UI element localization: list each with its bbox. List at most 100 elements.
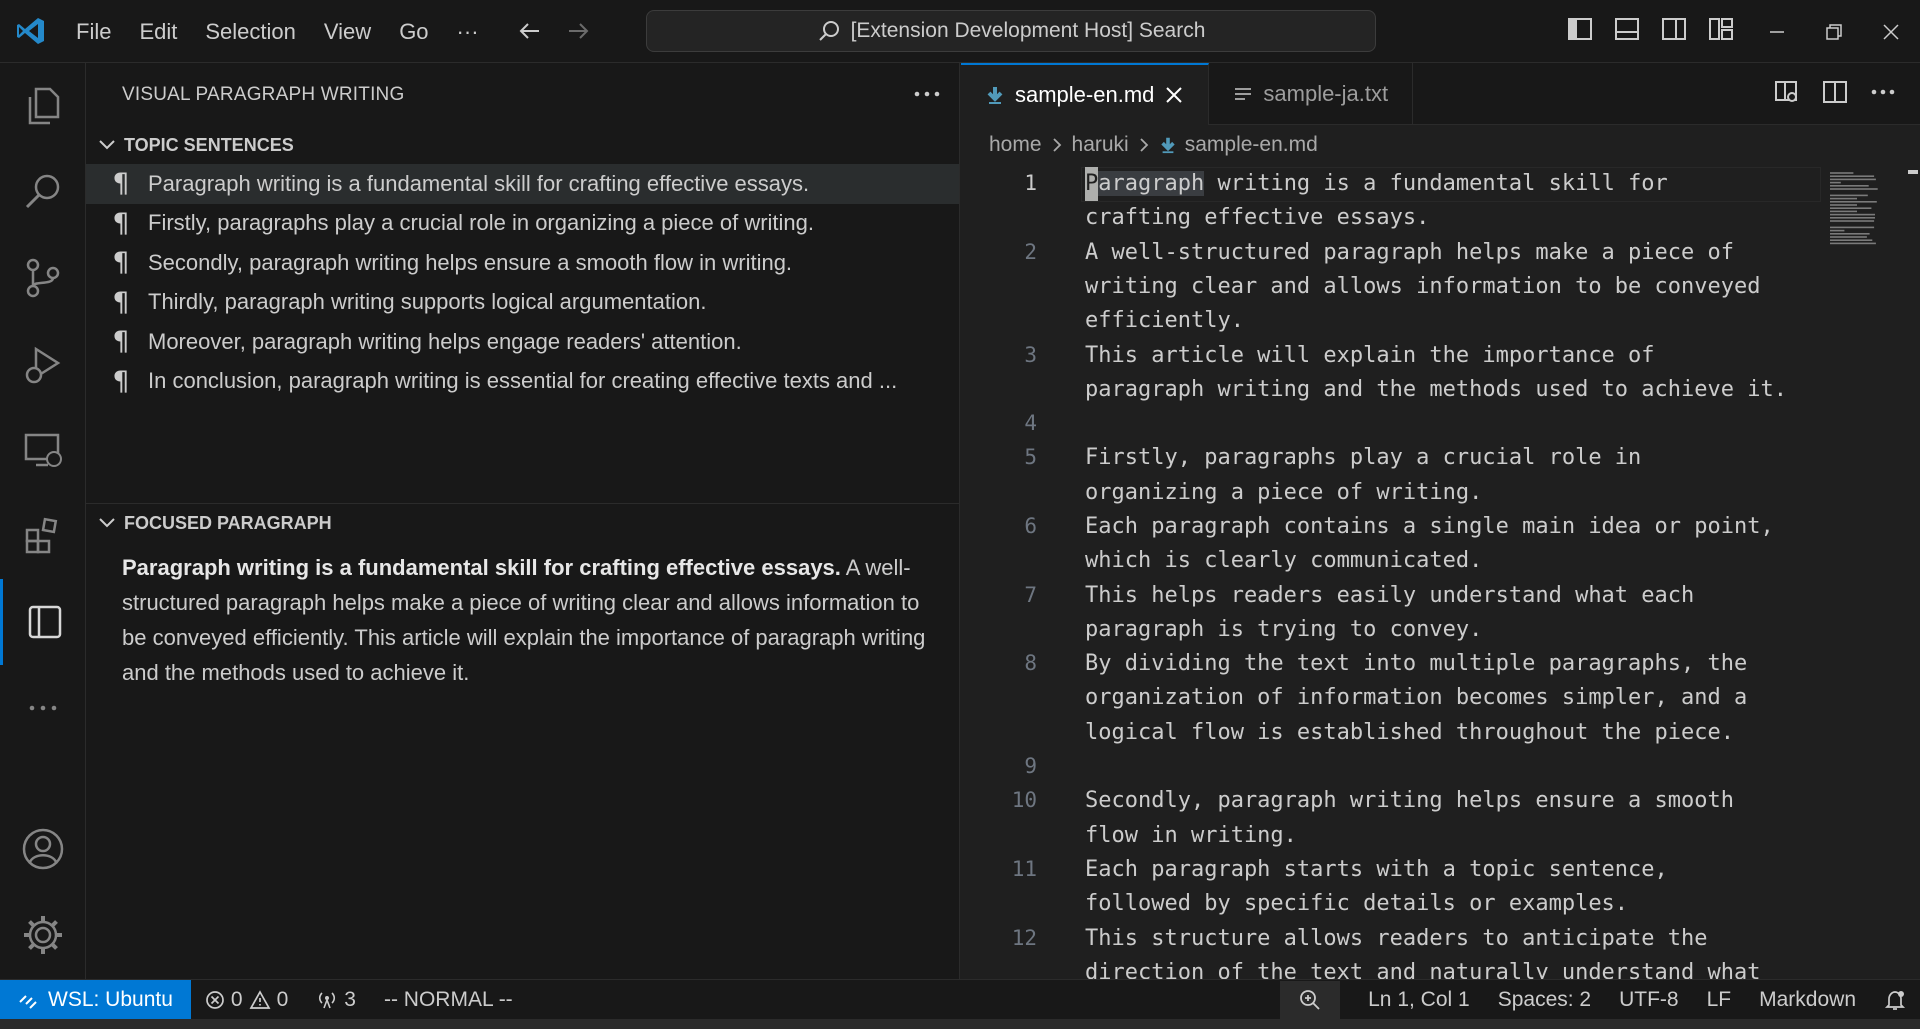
menu-more[interactable]: ··· <box>443 0 493 63</box>
forward-arrow-icon[interactable] <box>563 16 593 46</box>
customize-layout-icon[interactable] <box>1706 14 1736 44</box>
close-window-icon[interactable] <box>1862 0 1920 63</box>
minimap-line <box>1830 242 1876 245</box>
chevron-right-icon <box>1140 138 1149 152</box>
command-center-search[interactable]: [Extension Development Host] Search <box>646 10 1376 52</box>
minimap-line <box>1830 197 1857 200</box>
minimap-line <box>1830 236 1867 238</box>
error-count: 0 <box>230 987 243 1011</box>
breadcrumb-item[interactable]: sample-en.md <box>1185 133 1318 157</box>
minimap[interactable] <box>1830 167 1884 277</box>
minimap-line <box>1830 201 1877 203</box>
code-line[interactable]: 7 This helps readers easily understand wh… <box>961 579 1920 648</box>
vscode-logo-icon <box>0 0 62 63</box>
settings-gear-icon[interactable] <box>0 892 86 978</box>
cursor-position[interactable]: Ln 1, Col 1 <box>1354 980 1484 1020</box>
indentation[interactable]: Spaces: 2 <box>1484 980 1605 1020</box>
remote-explorer-icon[interactable] <box>0 407 86 493</box>
toggle-secondary-sidebar-icon[interactable] <box>1659 14 1689 44</box>
tab-sample-en[interactable]: sample-en.md <box>961 63 1210 125</box>
toggle-panel-icon[interactable] <box>1612 14 1642 44</box>
split-editor-icon[interactable] <box>1822 79 1848 110</box>
editor-area: sample-en.md sample-ja.txt home haruki s… <box>961 63 1920 979</box>
topic-sentence-label: Paragraph writing is a fundamental skill… <box>148 170 810 196</box>
menu-edit[interactable]: Edit <box>125 0 191 63</box>
line-text: followed by specific details or examples… <box>1085 891 1629 917</box>
code-line[interactable]: 6 Each paragraph contains a single main i… <box>961 510 1920 579</box>
markdown-file-icon <box>987 87 1003 104</box>
search-icon[interactable] <box>0 149 86 235</box>
problems-indicator[interactable]: 0 0 <box>191 980 302 1020</box>
breadcrumb-item[interactable]: home <box>989 133 1042 157</box>
focused-paragraph-section: FOCUSED PARAGRAPH Paragraph writing is a… <box>86 504 960 690</box>
code-editor[interactable]: 1 Paragraph writing is a fundamental skil… <box>961 167 1920 979</box>
topic-sentence-label: Secondly, paragraph writing helps ensure… <box>148 249 793 275</box>
restore-icon[interactable] <box>1805 0 1863 63</box>
code-line[interactable]: 8 By dividing the text into multiple para… <box>961 647 1920 750</box>
code-line[interactable]: 2 A well-structured paragraph helps make … <box>961 236 1920 339</box>
topic-sentence-item[interactable]: ¶ Paragraph writing is a fundamental ski… <box>86 164 959 204</box>
explorer-icon[interactable] <box>0 63 86 149</box>
menu-file[interactable]: File <box>62 0 125 63</box>
topic-sentence-item[interactable]: ¶ Secondly, paragraph writing helps ensu… <box>86 243 959 283</box>
source-control-icon[interactable] <box>0 235 86 321</box>
vertical-scrollbar[interactable] <box>1906 167 1920 979</box>
minimap-line <box>1830 188 1878 190</box>
command-center-label: [Extension Development Host] Search <box>850 19 1206 42</box>
line-text: flow in writing. <box>1085 822 1297 848</box>
topic-sentence-item[interactable]: ¶ Firstly, paragraphs play a crucial rol… <box>86 204 959 244</box>
minimap-line <box>1830 233 1870 235</box>
open-preview-icon[interactable] <box>1774 79 1800 110</box>
visual-paragraph-writing-icon[interactable] <box>0 579 86 665</box>
code-line[interactable]: 12 This structure allows readers to antic… <box>961 922 1920 979</box>
focused-paragraph-header[interactable]: FOCUSED PARAGRAPH <box>86 504 960 542</box>
accounts-icon[interactable] <box>0 806 86 892</box>
language-mode[interactable]: Markdown <box>1745 980 1870 1020</box>
more-actions-icon[interactable] <box>1870 79 1896 110</box>
pilcrow-icon: ¶ <box>112 168 130 200</box>
code-line[interactable]: 4 <box>961 407 1920 441</box>
zoom-icon[interactable] <box>1280 981 1341 1019</box>
topic-sentence-item[interactable]: ¶ Moreover, paragraph writing helps enga… <box>86 322 959 362</box>
minimize-icon[interactable] <box>1748 0 1806 63</box>
warning-count: 0 <box>276 987 289 1011</box>
sidebar-more-actions-icon[interactable] <box>913 86 941 104</box>
chevron-down-icon <box>99 140 115 150</box>
tab-label: sample-ja.txt <box>1263 81 1389 106</box>
back-arrow-icon[interactable] <box>515 16 545 46</box>
topic-sentence-item[interactable]: ¶ Thirdly, paragraph writing supports lo… <box>86 283 959 323</box>
remote-indicator[interactable]: WSL: Ubuntu <box>0 979 191 1020</box>
line-text: This helps readers easily understand wha… <box>1085 582 1695 608</box>
code-line[interactable]: 10 Secondly, paragraph writing helps ensu… <box>961 784 1920 853</box>
extensions-icon[interactable] <box>0 493 86 579</box>
line-text: crafting effective essays. <box>1085 205 1430 231</box>
tab-sample-ja[interactable]: sample-ja.txt <box>1209 63 1414 125</box>
line-text: Each paragraph starts with a topic sente… <box>1085 857 1668 882</box>
toggle-primary-sidebar-icon[interactable] <box>1565 14 1595 44</box>
more-icon[interactable] <box>0 665 86 751</box>
menu-go[interactable]: Go <box>385 0 442 63</box>
error-icon <box>206 990 224 1009</box>
pilcrow-icon: ¶ <box>112 365 130 397</box>
line-number: 4 <box>1024 411 1037 436</box>
end-of-line[interactable]: LF <box>1693 980 1746 1020</box>
close-tab-icon[interactable] <box>1164 85 1184 105</box>
line-text: Firstly, paragraphs play a crucial role … <box>1085 445 1642 471</box>
code-line[interactable]: 11 Each paragraph starts with a topic sen… <box>961 853 1920 922</box>
notifications-bell-icon[interactable] <box>1870 980 1920 1020</box>
encoding[interactable]: UTF-8 <box>1605 980 1693 1020</box>
code-line[interactable]: 5 Firstly, paragraphs play a crucial role… <box>961 441 1920 510</box>
minimap-line <box>1830 210 1857 213</box>
breadcrumb-item[interactable]: haruki <box>1072 133 1129 157</box>
menu-view[interactable]: View <box>310 0 385 63</box>
minimap-line <box>1830 204 1857 206</box>
line-text: A well-structured paragraph helps make a… <box>1085 239 1735 265</box>
code-line[interactable]: 1 Paragraph writing is a fundamental skil… <box>961 167 1920 236</box>
run-and-debug-icon[interactable] <box>0 321 86 407</box>
topic-sentence-item[interactable]: ¶ In conclusion, paragraph writing is es… <box>86 362 959 402</box>
code-line[interactable]: 3 This article will explain the importanc… <box>961 339 1920 408</box>
menu-selection[interactable]: Selection <box>191 0 310 63</box>
ports-indicator[interactable]: 3 <box>302 980 370 1020</box>
topic-sentences-header[interactable]: TOPIC SENTENCES <box>86 126 959 164</box>
code-line[interactable]: 9 <box>961 750 1920 784</box>
